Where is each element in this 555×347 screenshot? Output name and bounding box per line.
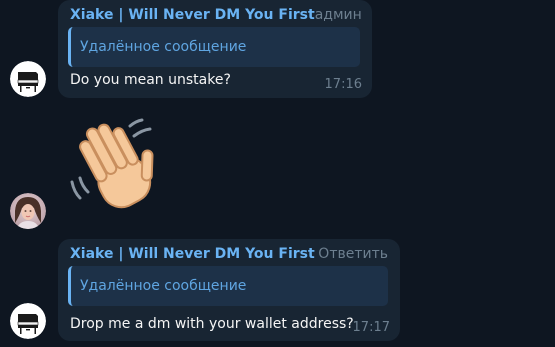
message-bubble[interactable]: Xiake | Will Never DM You First админ Уд…	[58, 0, 372, 98]
sticker-message[interactable]	[64, 112, 176, 224]
user-photo	[10, 193, 46, 229]
message-text: Do you mean unstake?	[70, 72, 231, 88]
message-text: Drop me a dm with your wallet address?	[70, 316, 354, 332]
reply-button[interactable]: Ответить	[318, 246, 388, 262]
message-header: Xiake | Will Never DM You First Ответить	[70, 244, 388, 264]
message-time: 17:16	[324, 77, 362, 92]
message-bubble[interactable]: Xiake | Will Never DM You First Ответить…	[58, 239, 400, 341]
sender-avatar[interactable]	[10, 303, 46, 339]
user-avatar[interactable]	[10, 193, 46, 229]
reply-preview[interactable]: Удалённое сообщение	[68, 266, 388, 306]
piano-icon	[10, 61, 46, 97]
message-header: Xiake | Will Never DM You First админ	[70, 5, 362, 25]
sender-name[interactable]: Xiake | Will Never DM You First	[70, 246, 315, 262]
sender-name[interactable]: Xiake | Will Never DM You First	[70, 7, 315, 23]
reply-preview[interactable]: Удалённое сообщение	[68, 27, 360, 67]
piano-icon	[10, 303, 46, 339]
sender-avatar[interactable]	[10, 61, 46, 97]
message-time: 17:17	[352, 320, 390, 335]
waving-hand-icon	[70, 118, 154, 209]
admin-badge: админ	[314, 7, 362, 23]
